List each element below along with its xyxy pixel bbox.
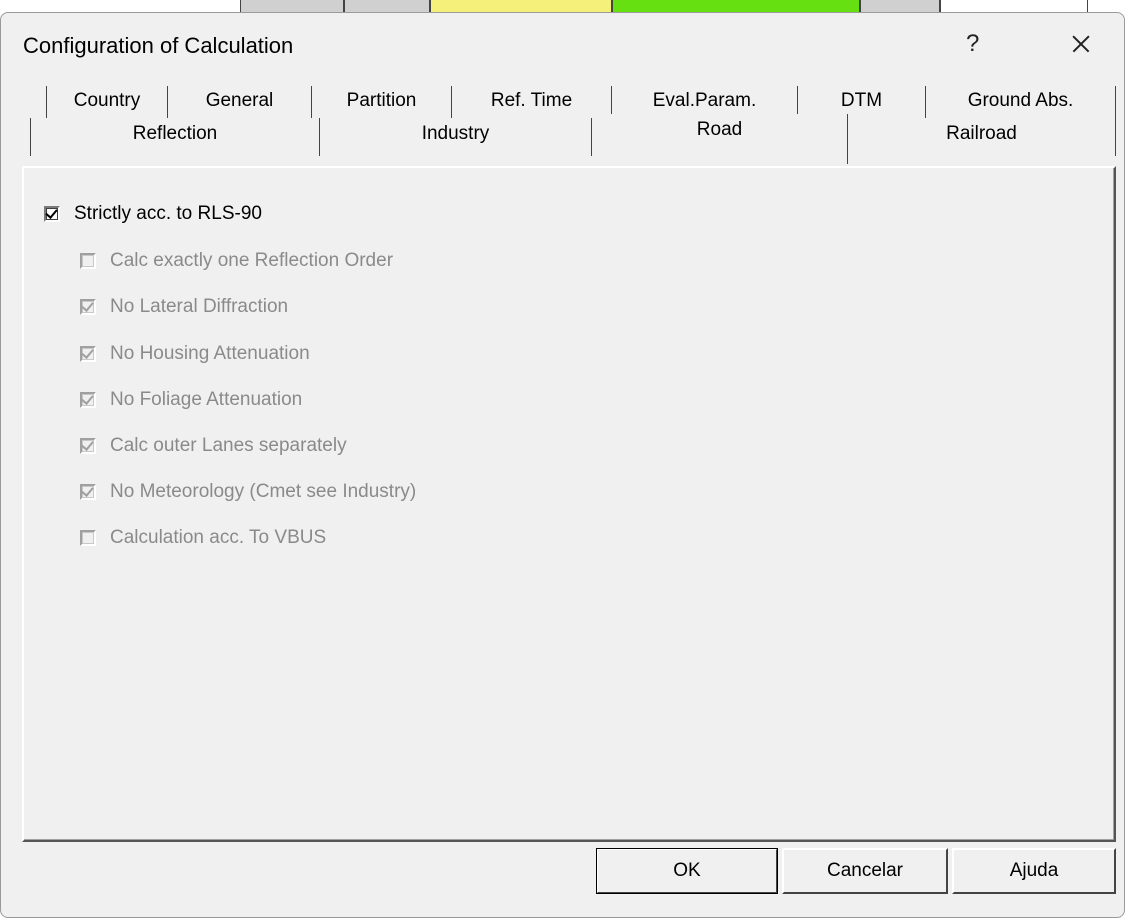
tab-road[interactable]: Road: [592, 114, 848, 164]
checkbox[interactable]: [80, 484, 96, 500]
tab-railroad[interactable]: Railroad: [848, 118, 1116, 156]
option-no-foliage-attenuation[interactable]: No Foliage Attenuation: [80, 386, 302, 414]
close-icon[interactable]: [1061, 29, 1101, 59]
help-button[interactable]: Ajuda: [952, 848, 1116, 894]
checkmark-icon: [81, 299, 94, 312]
option-no-meteorology[interactable]: No Meteorology (Cmet see Industry): [80, 478, 416, 506]
checkbox[interactable]: [80, 346, 96, 362]
tab-partition[interactable]: Partition: [312, 86, 452, 118]
option-outer-lanes-separately[interactable]: Calc outer Lanes separately: [80, 432, 347, 460]
option-calculation-vbus[interactable]: Calculation acc. To VBUS: [80, 524, 326, 552]
option-label: Calc exactly one Reflection Order: [110, 250, 394, 271]
option-label: Strictly acc. to RLS-90: [74, 203, 262, 224]
option-label: No Lateral Diffraction: [110, 296, 289, 317]
checkbox[interactable]: [80, 530, 96, 546]
checkbox[interactable]: [80, 253, 96, 269]
checkmark-icon: [81, 346, 94, 359]
dialog-title: Configuration of Calculation: [23, 33, 294, 58]
tab-ref-time[interactable]: Ref. Time: [452, 86, 612, 118]
checkmark-icon: [45, 206, 58, 219]
tab-ground-abs[interactable]: Ground Abs.: [926, 86, 1116, 118]
checkbox[interactable]: [44, 206, 60, 222]
checkbox[interactable]: [80, 438, 96, 454]
option-one-reflection-order[interactable]: Calc exactly one Reflection Order: [80, 247, 393, 275]
tab-country[interactable]: Country: [46, 86, 168, 118]
checkmark-icon: [81, 484, 94, 497]
checkbox[interactable]: [80, 392, 96, 408]
checkmark-icon: [81, 438, 94, 451]
option-no-lateral-diffraction[interactable]: No Lateral Diffraction: [80, 293, 288, 321]
ok-button[interactable]: OK: [596, 848, 778, 894]
option-label: Calculation acc. To VBUS: [110, 527, 327, 548]
option-label: Calc outer Lanes separately: [110, 435, 347, 456]
cancel-button[interactable]: Cancelar: [782, 848, 948, 894]
title-bar: Configuration of Calculation ?: [1, 13, 1124, 73]
checkmark-icon: [81, 392, 94, 405]
option-label: No Meteorology (Cmet see Industry): [110, 481, 417, 502]
option-no-housing-attenuation[interactable]: No Housing Attenuation: [80, 340, 310, 368]
tab-general[interactable]: General: [168, 86, 312, 118]
option-label: No Housing Attenuation: [110, 343, 310, 364]
help-icon[interactable]: ?: [966, 30, 979, 58]
option-strictly-rls90[interactable]: Strictly acc. to RLS-90: [44, 200, 262, 228]
tab-industry[interactable]: Industry: [320, 118, 592, 156]
tab-reflection[interactable]: Reflection: [30, 118, 320, 156]
option-label: No Foliage Attenuation: [110, 389, 303, 410]
checkbox[interactable]: [80, 299, 96, 315]
